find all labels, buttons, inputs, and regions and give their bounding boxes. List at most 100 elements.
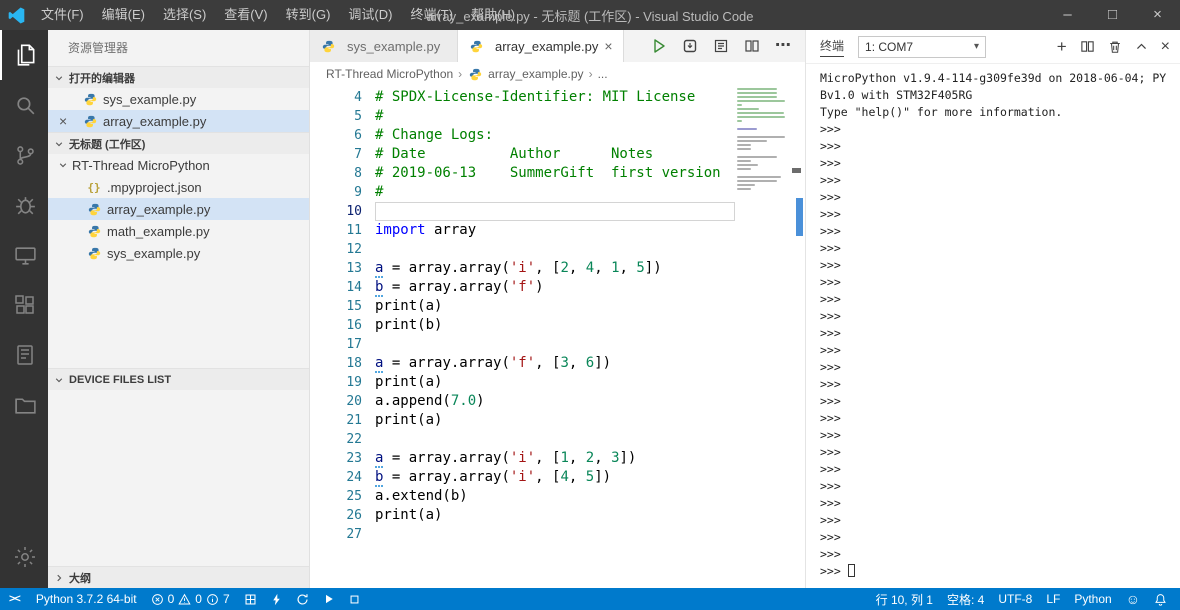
sync-button[interactable] <box>289 588 316 610</box>
code-text: print(a) <box>375 297 735 316</box>
python-interpreter[interactable]: Python 3.7.2 64-bit <box>29 588 144 610</box>
terminal-select-value: 1: COM7 <box>865 39 914 54</box>
tree-file-item[interactable]: math_example.py <box>48 220 309 242</box>
split-terminal-button[interactable] <box>1080 39 1095 54</box>
new-terminal-button[interactable]: + <box>1057 38 1067 55</box>
source-control-icon[interactable] <box>0 130 48 180</box>
tab-terminal[interactable]: 终端 <box>820 37 845 57</box>
breadcrumb-item[interactable]: ... <box>598 67 608 81</box>
remote-icon[interactable] <box>0 230 48 280</box>
close-editor-icon[interactable]: × <box>59 110 67 132</box>
code-line: 24 b = array.array('i', [4, 5]) <box>310 468 735 487</box>
outline-header[interactable]: 大纲 <box>48 566 309 588</box>
device-board-button[interactable] <box>237 588 264 610</box>
terminal-input-line[interactable]: >>> <box>820 563 1180 580</box>
device-files-header[interactable]: DEVICE FILES LIST <box>48 368 309 390</box>
language-mode[interactable]: Python <box>1067 588 1118 610</box>
split-editor-button[interactable] <box>744 38 760 54</box>
terminal-select[interactable]: 1: COM7 ▾ <box>858 35 987 58</box>
code-token: , <box>568 469 586 485</box>
editor-tab[interactable]: array_example.py × <box>458 30 624 62</box>
minimap-line <box>737 96 777 98</box>
extensions-icon[interactable] <box>0 280 48 330</box>
menubar-item[interactable]: 选择(S) <box>154 0 215 30</box>
explorer-icon[interactable] <box>0 30 48 80</box>
open-editors-header[interactable]: 打开的编辑器 <box>48 66 309 88</box>
minimap[interactable] <box>737 88 789 196</box>
flash-download-button[interactable] <box>682 38 698 54</box>
code-editor[interactable]: 4 # SPDX-License-Identifier: MIT License 5… <box>310 86 805 588</box>
notebook-icon[interactable] <box>0 330 48 380</box>
minimap-line <box>737 104 743 106</box>
problems-indicator[interactable]: 0 0 7 <box>144 588 237 610</box>
close-button[interactable]: × <box>1135 0 1180 30</box>
code-line: 6 # Change Logs: <box>310 126 735 145</box>
documents-icon[interactable] <box>0 380 48 430</box>
search-icon[interactable] <box>0 80 48 130</box>
stop-button[interactable] <box>342 588 367 610</box>
indentation[interactable]: 空格: 4 <box>940 588 991 610</box>
close-tab-icon[interactable]: × <box>604 38 612 54</box>
feedback-smiley-icon[interactable]: ☺ <box>1119 588 1147 610</box>
encoding[interactable]: UTF-8 <box>991 588 1039 610</box>
tree-file-item[interactable]: sys_example.py <box>48 242 309 264</box>
tab-label: array_example.py <box>495 38 599 54</box>
terminal-prompt-line: >>> <box>820 309 841 323</box>
terminal-panel: 终端 1: COM7 ▾ + × MicroPython v1.9.4-114-… <box>805 30 1180 588</box>
workspace-header[interactable]: 无标题 (工作区) <box>48 132 309 154</box>
cursor-position[interactable]: 行 10, 列 1 <box>869 588 940 610</box>
close-panel-button[interactable]: × <box>1161 38 1170 54</box>
code-token: 2 <box>585 450 595 466</box>
overview-ruler[interactable] <box>791 86 805 588</box>
menubar-item[interactable]: 编辑(E) <box>93 0 154 30</box>
window-title: array_example.py - 无标题 (工作区) - Visual St… <box>426 8 754 24</box>
code-text: print(a) <box>375 411 735 430</box>
more-actions-button[interactable]: ⋯ <box>775 38 791 54</box>
open-preview-button[interactable] <box>713 38 729 54</box>
editor-tab[interactable]: sys_example.py <box>310 30 458 62</box>
breadcrumb-item[interactable]: array_example.py <box>467 67 584 81</box>
tree-file-item[interactable]: array_example.py <box>48 198 309 220</box>
code-line: 20 a.append(7.0) <box>310 392 735 411</box>
tree-folder[interactable]: RT-Thread MicroPython <box>48 154 309 176</box>
minimap-line <box>737 140 767 142</box>
chevron-down-icon <box>56 160 70 170</box>
code-token: 7.0 <box>450 393 477 409</box>
eol-indicator[interactable]: LF <box>1039 588 1067 610</box>
sidebar-empty-space <box>48 390 309 566</box>
terminal-prompt-line: >>> <box>820 513 841 527</box>
settings-icon[interactable] <box>0 532 48 582</box>
flash-button[interactable] <box>264 588 289 610</box>
code-line: 17 <box>310 335 735 354</box>
menubar-item[interactable]: 调试(D) <box>339 0 401 30</box>
remote-indicator[interactable]: >< <box>0 588 29 610</box>
menubar-item[interactable]: 文件(F) <box>32 0 93 30</box>
open-editor-item[interactable]: sys_example.py <box>48 88 309 110</box>
tree-file-item[interactable]: {} .mpyproject.json <box>48 176 309 198</box>
maximize-panel-button[interactable] <box>1135 40 1148 53</box>
terminal-output[interactable]: MicroPython v1.9.4-114-g309fe39d on 2018… <box>806 64 1180 588</box>
minimize-button[interactable]: – <box>1045 0 1090 30</box>
breadcrumb-text: RT-Thread MicroPython <box>326 67 454 81</box>
open-editor-item[interactable]: × array_example.py <box>48 110 309 132</box>
tab-bar: sys_example.py array_example.py × ⋯ <box>310 30 805 62</box>
editor-actions: ⋯ <box>651 30 805 62</box>
code-text: b = array.array('i', [4, 5]) <box>375 468 735 487</box>
run-file-button[interactable] <box>316 588 342 610</box>
kill-terminal-button[interactable] <box>1108 40 1122 54</box>
breadcrumb-item[interactable]: RT-Thread MicroPython <box>326 67 453 81</box>
code-text: a.extend(b) <box>375 487 735 506</box>
chevron-down-icon <box>52 375 66 385</box>
code-token: 1 <box>560 450 569 466</box>
debug-icon[interactable] <box>0 180 48 230</box>
code-token: ) <box>476 393 485 409</box>
menubar-item[interactable]: 查看(V) <box>215 0 276 30</box>
run-button[interactable] <box>651 38 667 54</box>
menubar-item[interactable]: 转到(G) <box>277 0 340 30</box>
line-number: 25 <box>346 489 362 504</box>
maximize-button[interactable]: □ <box>1090 0 1135 30</box>
notifications-bell-icon[interactable] <box>1147 588 1174 610</box>
code-token: print(a) <box>375 298 443 314</box>
